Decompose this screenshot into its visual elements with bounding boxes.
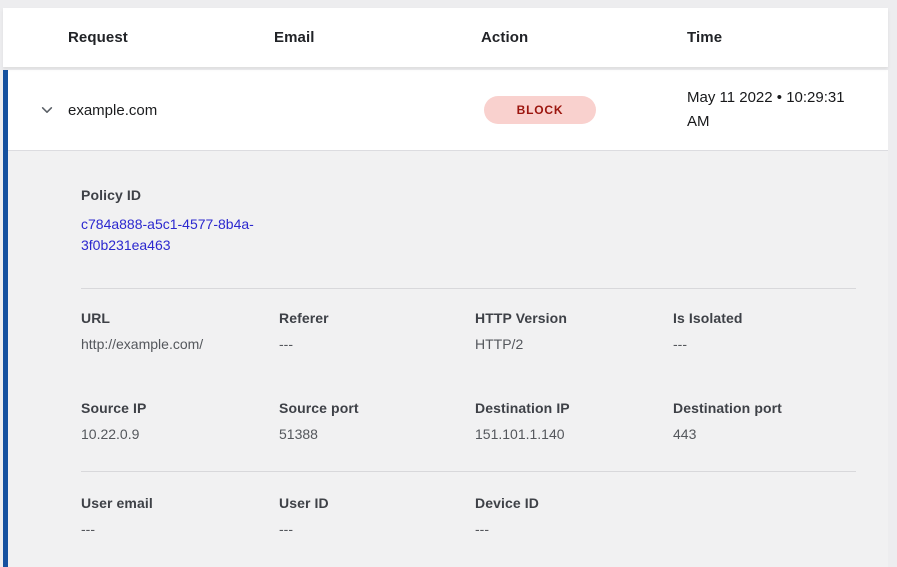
field-label: HTTP Version (475, 310, 673, 326)
expanded-row-group: example.com BLOCK May 11 2022 • 10:29:31… (3, 70, 888, 567)
field-label: Device ID (475, 495, 673, 511)
block-status-badge: BLOCK (484, 96, 596, 124)
field-label: URL (81, 310, 279, 326)
policy-id-section: Policy ID c784a888-a5c1-4577-8b4a-3f0b23… (8, 151, 888, 256)
policy-id-label: Policy ID (81, 187, 856, 203)
request-value: example.com (68, 102, 157, 119)
field-value: --- (475, 521, 673, 537)
table-row[interactable]: example.com BLOCK May 11 2022 • 10:29:31… (8, 70, 888, 150)
field-value: 51388 (279, 426, 475, 442)
field-value: --- (81, 521, 279, 537)
field-value: --- (279, 336, 475, 352)
field-value: 443 (673, 426, 856, 442)
field-value: http://example.com/ (81, 336, 279, 352)
field-label: User email (81, 495, 279, 511)
row-detail-panel: Policy ID c784a888-a5c1-4577-8b4a-3f0b23… (8, 150, 888, 567)
field-value: --- (279, 521, 475, 537)
detail-field-url: URL http://example.com/ (81, 310, 279, 352)
detail-field-device-id: Device ID --- (475, 495, 673, 537)
field-value: 10.22.0.9 (81, 426, 279, 442)
time-cell: May 11 2022 • 10:29:31 AM (687, 86, 867, 134)
column-header-email: Email (274, 29, 481, 46)
log-table-card: Request Email Action Time example.com BL… (3, 8, 888, 567)
field-label: User ID (279, 495, 475, 511)
policy-id-link[interactable]: c784a888-a5c1-4577-8b4a-3f0b231ea463 (81, 214, 277, 256)
detail-field-source-port: Source port 51388 (279, 400, 475, 442)
action-cell: BLOCK (481, 96, 687, 124)
column-header-action: Action (481, 29, 687, 46)
detail-field-is-isolated: Is Isolated --- (673, 310, 856, 352)
detail-fields-grid: URL http://example.com/ Referer --- HTTP… (81, 310, 856, 442)
field-value: --- (673, 336, 856, 352)
table-header: Request Email Action Time (3, 8, 888, 67)
section-divider (81, 471, 856, 472)
detail-field-destination-ip: Destination IP 151.101.1.140 (475, 400, 673, 442)
detail-field-destination-port: Destination port 443 (673, 400, 856, 442)
field-label: Referer (279, 310, 475, 326)
chevron-down-icon[interactable] (39, 102, 55, 118)
detail-field-source-ip: Source IP 10.22.0.9 (81, 400, 279, 442)
detail-field-user-email: User email --- (81, 495, 279, 537)
section-divider (81, 288, 856, 289)
field-label: Destination port (673, 400, 856, 416)
detail-fields-grid-user: User email --- User ID --- Device ID --- (81, 495, 856, 537)
detail-field-user-id: User ID --- (279, 495, 475, 537)
field-value: HTTP/2 (475, 336, 673, 352)
request-cell: example.com (8, 102, 274, 119)
field-label: Source port (279, 400, 475, 416)
field-label: Is Isolated (673, 310, 856, 326)
detail-field-referer: Referer --- (279, 310, 475, 352)
field-label: Destination IP (475, 400, 673, 416)
field-label: Source IP (81, 400, 279, 416)
column-header-time: Time (687, 29, 888, 46)
detail-field-http-version: HTTP Version HTTP/2 (475, 310, 673, 352)
field-value: 151.101.1.140 (475, 426, 673, 442)
column-header-request: Request (3, 29, 274, 46)
